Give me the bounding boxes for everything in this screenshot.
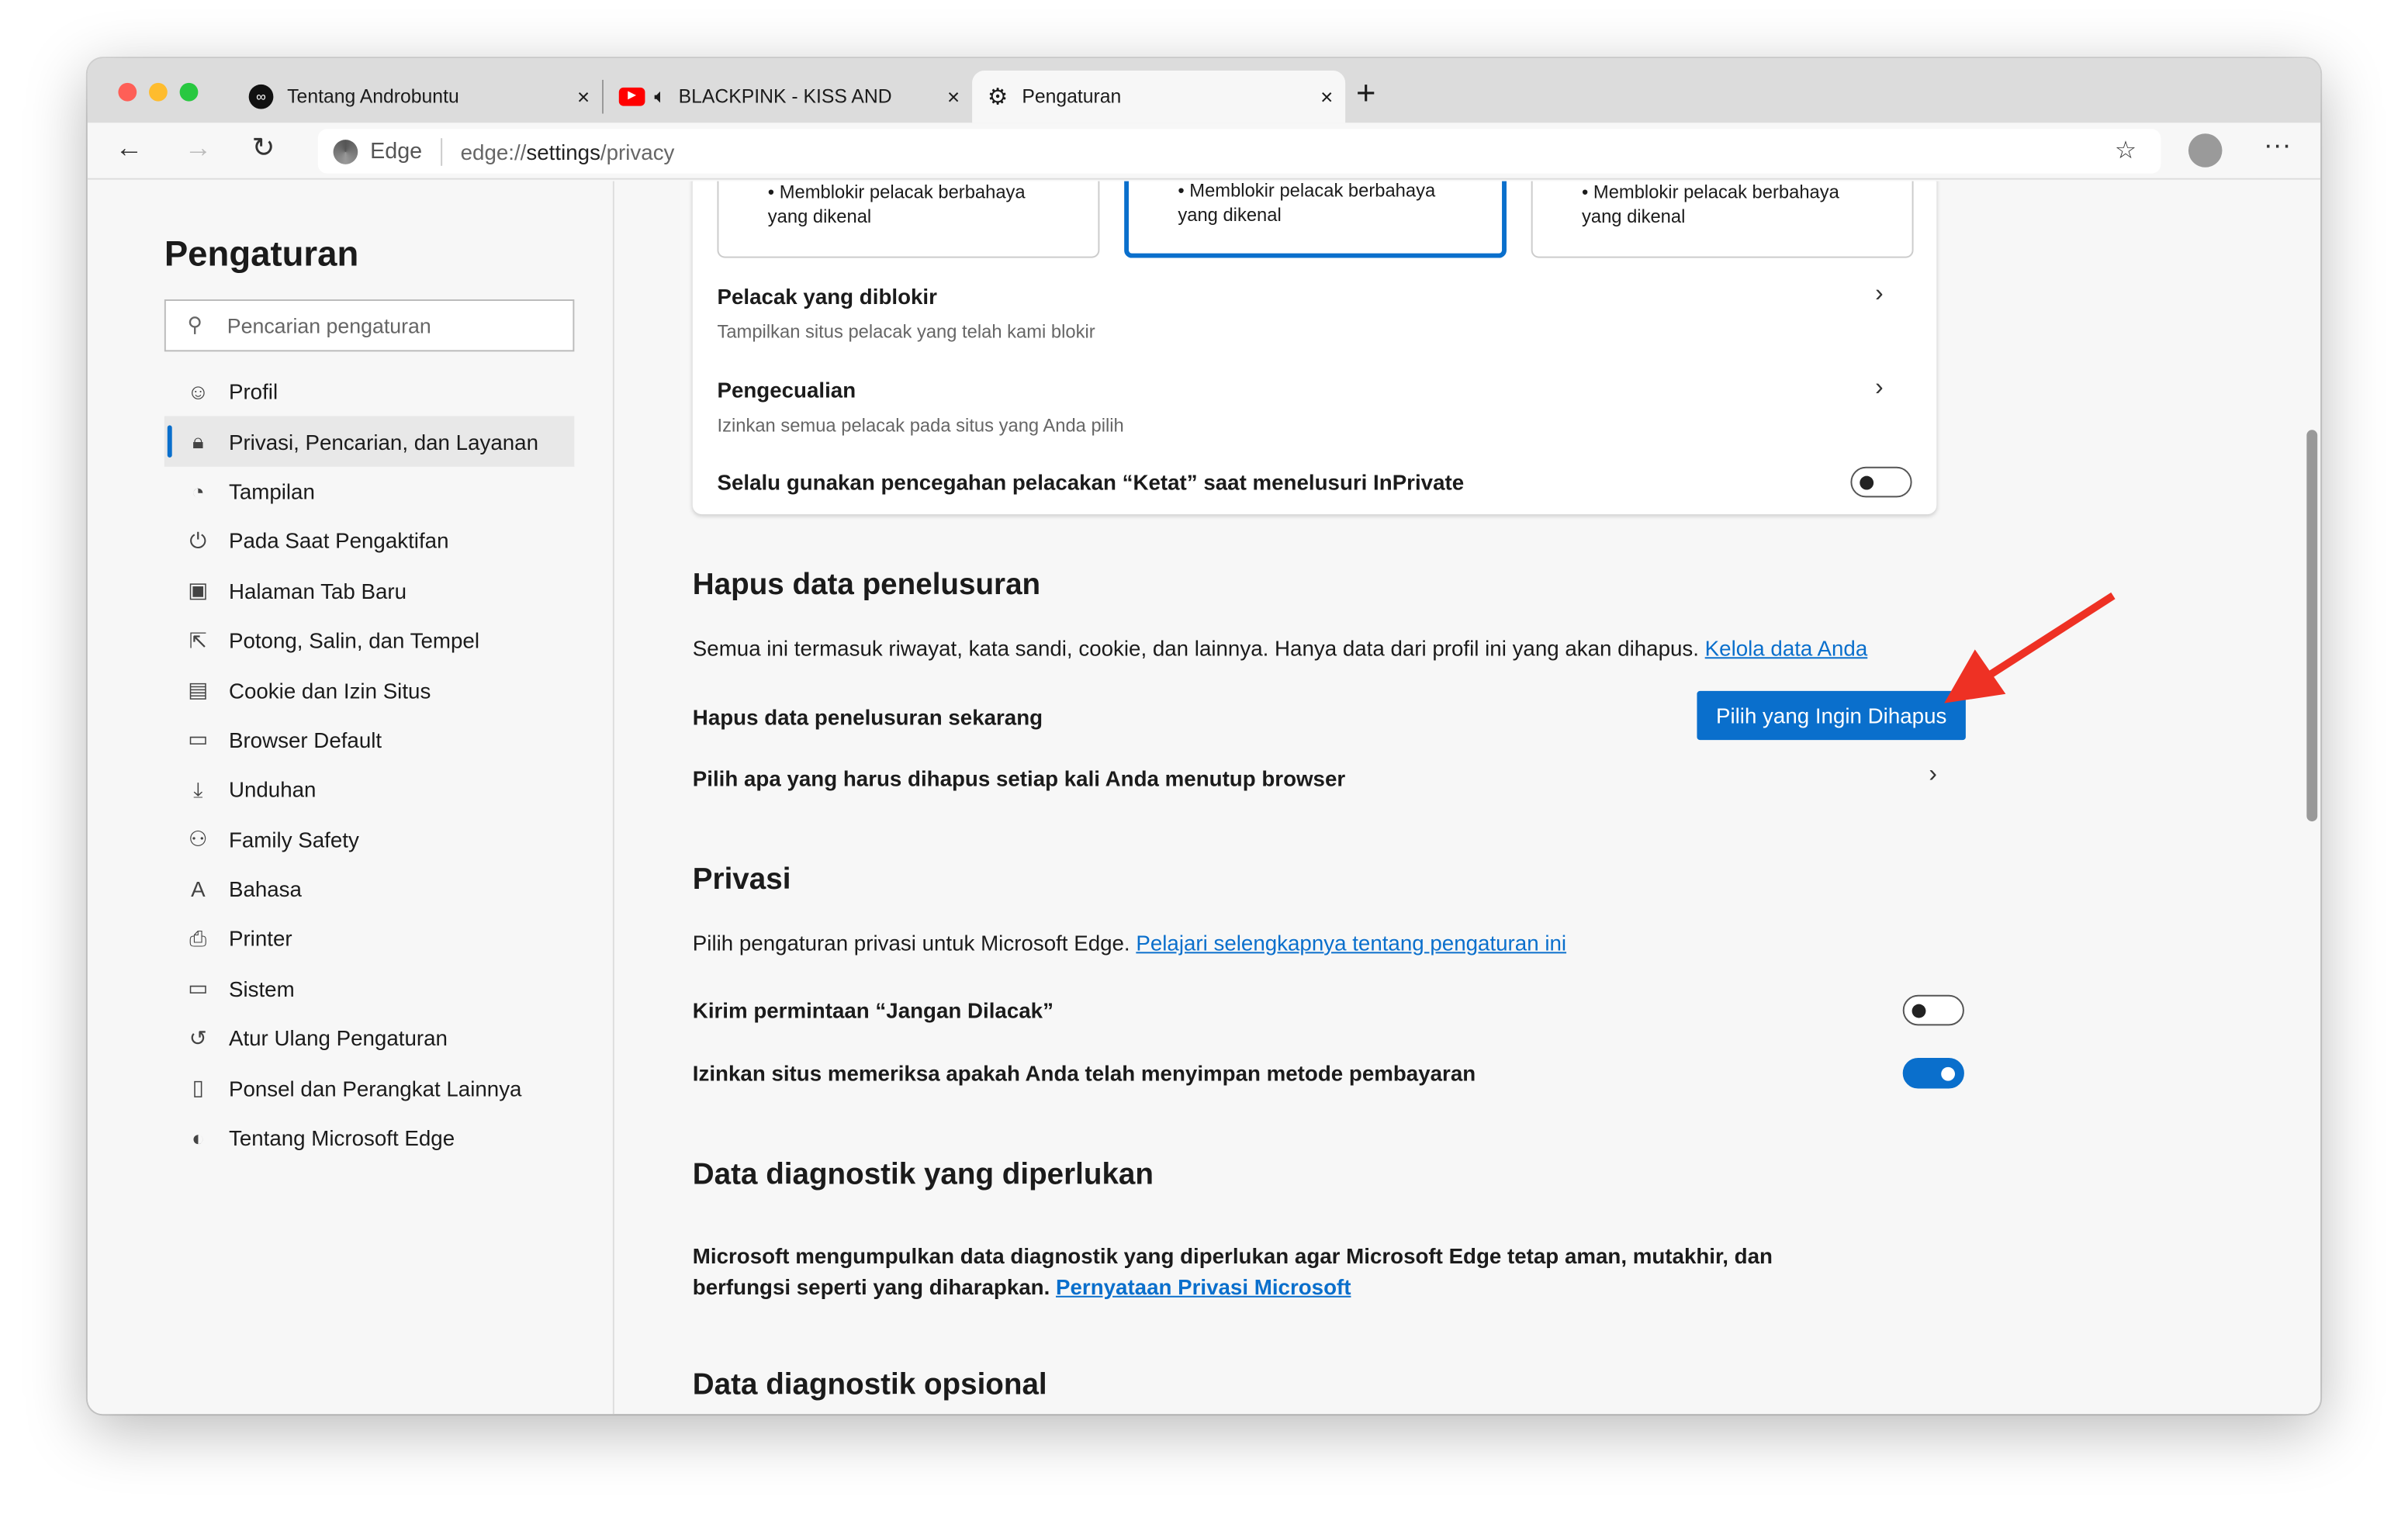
annotation-arrow [1944,592,2116,703]
arrow-head [1944,649,2006,703]
arrow-shaft [1986,592,2116,679]
